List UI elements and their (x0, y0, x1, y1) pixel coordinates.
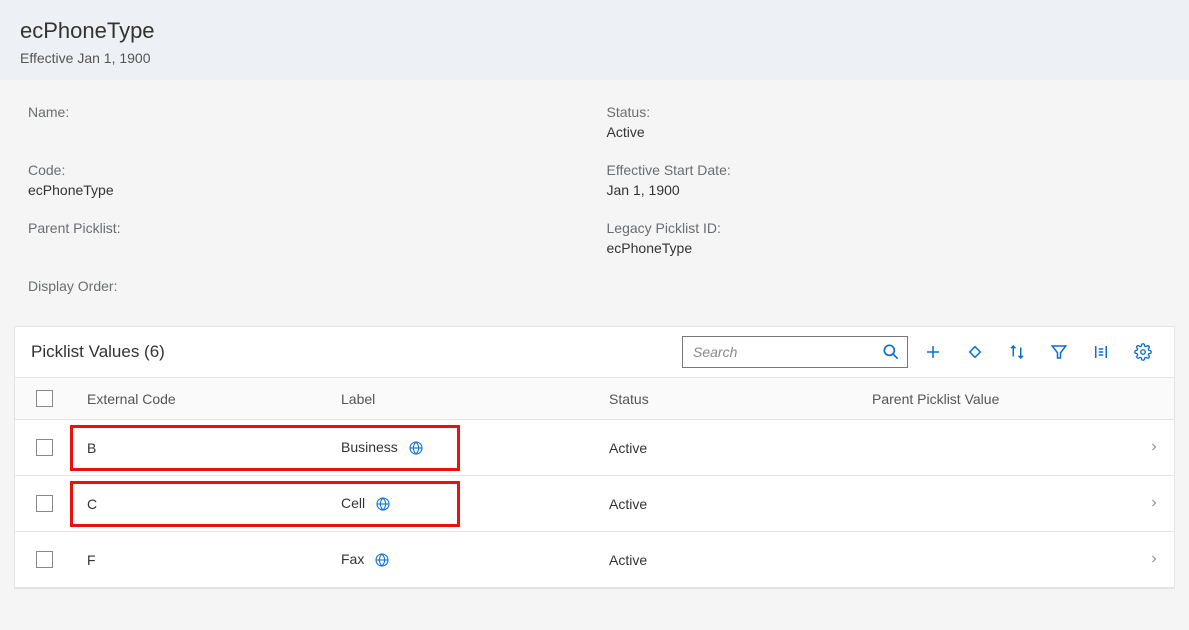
field-legacy-picklist: Legacy Picklist ID: ecPhoneType (607, 220, 1176, 256)
cell-label: Cell (341, 495, 609, 512)
chevron-right-icon[interactable] (1134, 552, 1174, 568)
cell-external-code: B (73, 440, 341, 456)
col-label[interactable]: Label (341, 391, 609, 407)
details-button[interactable] (1084, 336, 1118, 368)
picklist-toolbar (682, 336, 1160, 368)
field-label: Name: (28, 104, 597, 120)
add-button[interactable] (916, 336, 950, 368)
rows-container: B Business Active C Cell Active F (15, 420, 1174, 588)
col-parent[interactable]: Parent Picklist Value (872, 391, 1134, 407)
settings-button[interactable] (1126, 336, 1160, 368)
search-input[interactable] (683, 337, 907, 367)
chevron-right-icon[interactable] (1134, 496, 1174, 512)
globe-icon[interactable] (375, 496, 391, 512)
field-label: Status: (607, 104, 1176, 120)
picklist-title: Picklist Values (6) (31, 342, 165, 362)
field-label: Effective Start Date: (607, 162, 1176, 178)
picklist-panel: Picklist Values (6) (14, 326, 1175, 589)
field-display-order: Display Order: (28, 278, 597, 298)
globe-icon[interactable] (374, 552, 390, 568)
field-value: ecPhoneType (607, 240, 1176, 256)
cell-status: Active (609, 440, 872, 456)
page-title: ecPhoneType (20, 18, 1169, 44)
field-parent-picklist: Parent Picklist: (28, 220, 597, 256)
globe-icon[interactable] (408, 440, 424, 456)
cell-label: Fax (341, 551, 609, 568)
field-status: Status: Active (607, 104, 1176, 140)
search-box[interactable] (682, 336, 908, 368)
field-name: Name: (28, 104, 597, 140)
cell-label-text: Business (341, 439, 398, 455)
cell-status: Active (609, 552, 872, 568)
row-checkbox[interactable] (36, 495, 53, 512)
table-row[interactable]: B Business Active (15, 420, 1174, 476)
select-all-checkbox[interactable] (36, 390, 53, 407)
field-label: Code: (28, 162, 597, 178)
picklist-header: Picklist Values (6) (15, 327, 1174, 378)
effective-subtitle: Effective Jan 1, 1900 (20, 50, 1169, 66)
col-external-code[interactable]: External Code (73, 391, 341, 407)
table-row[interactable]: F Fax Active (15, 532, 1174, 588)
cell-label-text: Cell (341, 495, 365, 511)
page-header: ecPhoneType Effective Jan 1, 1900 (0, 0, 1189, 80)
field-label: Legacy Picklist ID: (607, 220, 1176, 236)
field-value: Jan 1, 1900 (607, 182, 1176, 198)
cell-label-text: Fax (341, 551, 364, 567)
table-row[interactable]: C Cell Active (15, 476, 1174, 532)
field-label: Display Order: (28, 278, 597, 294)
field-effective-start: Effective Start Date: Jan 1, 1900 (607, 162, 1176, 198)
row-checkbox[interactable] (36, 439, 53, 456)
detail-panel: Name: Status: Active Code: ecPhoneType E… (0, 80, 1189, 326)
field-value: ecPhoneType (28, 182, 597, 198)
field-label: Parent Picklist: (28, 220, 597, 236)
diamond-button[interactable] (958, 336, 992, 368)
row-checkbox[interactable] (36, 551, 53, 568)
column-header-row: External Code Label Status Parent Pickli… (15, 378, 1174, 420)
chevron-right-icon[interactable] (1134, 440, 1174, 456)
field-code: Code: ecPhoneType (28, 162, 597, 198)
cell-label: Business (341, 439, 609, 456)
col-status[interactable]: Status (609, 391, 872, 407)
sort-button[interactable] (1000, 336, 1034, 368)
search-icon[interactable] (881, 342, 901, 362)
filter-button[interactable] (1042, 336, 1076, 368)
cell-status: Active (609, 496, 872, 512)
field-value: Active (607, 124, 1176, 140)
cell-external-code: F (73, 552, 341, 568)
cell-external-code: C (73, 496, 341, 512)
